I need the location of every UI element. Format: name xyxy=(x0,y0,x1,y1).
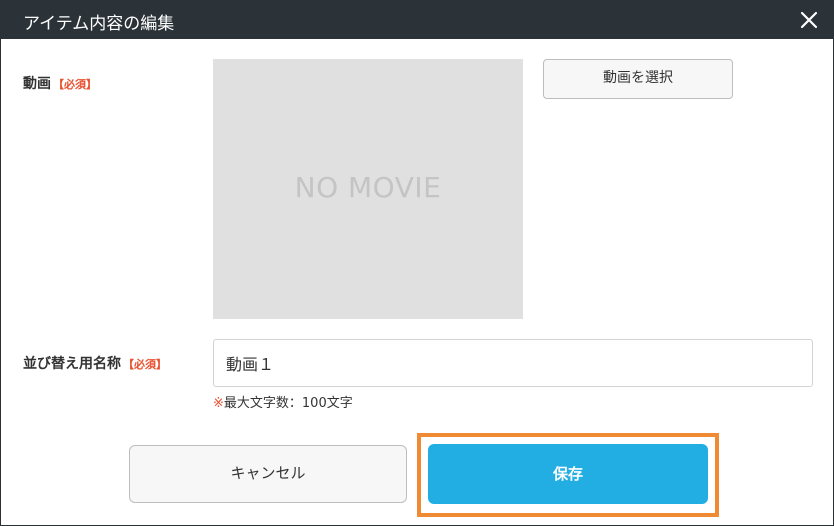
video-required-badge: 【必須】 xyxy=(53,78,97,91)
close-button[interactable] xyxy=(797,8,821,32)
dialog-title: アイテム内容の編集 xyxy=(23,14,175,34)
note-text: 最大文字数：100文字 xyxy=(223,396,353,411)
max-length-note: ※最大文字数：100文字 xyxy=(213,392,353,411)
sort-name-required-badge: 【必須】 xyxy=(123,358,167,371)
sort-name-input[interactable] xyxy=(213,339,813,387)
close-icon xyxy=(800,11,818,29)
no-movie-placeholder: NO MOVIE xyxy=(294,171,442,204)
sort-name-label: 並び替え用名称 【必須】 xyxy=(23,353,167,373)
video-preview: NO MOVIE xyxy=(213,59,523,319)
sort-name-label-text: 並び替え用名称 xyxy=(23,356,121,372)
edit-item-dialog: アイテム内容の編集 動画 【必須】 NO MOVIE 動画を選択 並び替え用名称【… xyxy=(0,0,834,526)
dialog-titlebar: アイテム内容の編集 xyxy=(1,1,834,39)
video-label-text: 動画 xyxy=(23,76,51,92)
save-button[interactable]: 保存 xyxy=(428,444,708,504)
cancel-button[interactable]: キャンセル xyxy=(129,445,407,503)
video-label: 動画 【必須】 xyxy=(23,73,97,93)
select-video-button[interactable]: 動画を選択 xyxy=(543,59,733,99)
note-mark: ※ xyxy=(213,396,224,411)
